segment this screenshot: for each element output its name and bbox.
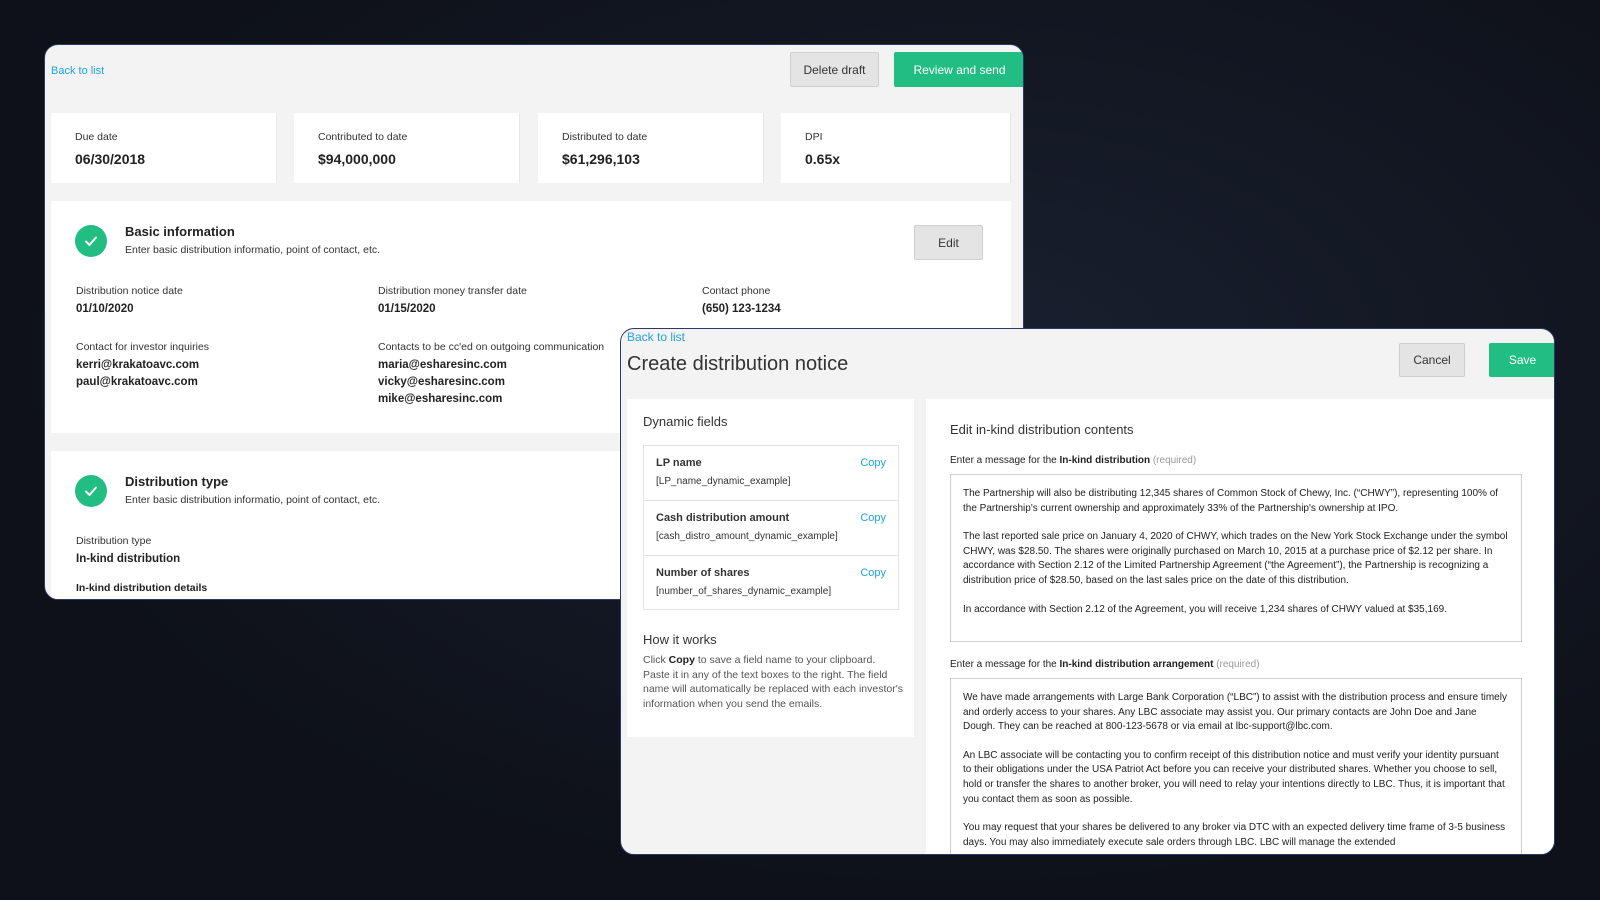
inkind-arrangement-textarea[interactable]: We have made arrangements with Large Ban…	[950, 678, 1522, 854]
stat-value: $61,296,103	[562, 151, 640, 167]
dynamic-fields-title: Dynamic fields	[643, 414, 728, 429]
distribution-type-label: Distribution type	[76, 535, 152, 547]
edit-button[interactable]: Edit	[914, 225, 983, 260]
contact-phone-label: Contact phone	[702, 285, 771, 297]
stat-label: Due date	[75, 131, 118, 143]
check-circle-icon	[75, 225, 107, 257]
stat-value: 06/30/2018	[75, 151, 146, 167]
notice-date-value: 01/10/2020	[76, 303, 134, 315]
copy-link[interactable]: Copy	[860, 567, 886, 579]
distribution-type-value: In-kind distribution	[76, 553, 181, 565]
how-it-works-title: How it works	[643, 632, 717, 647]
field-example: [number_of_shares_dynamic_example]	[656, 586, 832, 597]
dynamic-field-row: LP name [LP_name_dynamic_example] Copy	[643, 445, 899, 500]
check-circle-icon	[75, 475, 107, 507]
inquiry-email: paul@krakatoavc.com	[76, 376, 198, 388]
how-it-works-text: Click Copy to save a field name to your …	[643, 654, 903, 710]
field-name: Cash distribution amount	[656, 512, 790, 524]
stat-label: Distributed to date	[562, 131, 648, 143]
save-button[interactable]: Save	[1489, 343, 1554, 377]
message-label: Enter a message for the In-kind distribu…	[950, 455, 1197, 466]
section-title: Basic information	[125, 224, 235, 239]
cc-email: vicky@esharesinc.com	[378, 376, 505, 388]
contact-phone-value: (650) 123-1234	[702, 303, 781, 315]
stat-value: 0.65x	[805, 151, 841, 167]
dynamic-field-row: Number of shares [number_of_shares_dynam…	[643, 555, 899, 610]
inkind-distribution-textarea[interactable]: The Partnership will also be distributin…	[950, 474, 1522, 642]
copy-link[interactable]: Copy	[860, 457, 886, 469]
cc-contacts-label: Contacts to be cc'ed on outgoing communi…	[378, 341, 605, 353]
page-title: Create distribution notice	[627, 353, 849, 375]
field-name: LP name	[656, 457, 702, 469]
back-to-list-link[interactable]: Back to list	[627, 330, 685, 344]
back-to-list-link[interactable]: Back to list	[51, 65, 104, 77]
section-title: Distribution type	[125, 474, 229, 489]
stat-card-contributed: Contributed to date $94,000,000	[294, 113, 520, 183]
notice-date-label: Distribution notice date	[76, 285, 183, 297]
transfer-date-value: 01/15/2020	[378, 303, 436, 315]
field-name: Number of shares	[656, 567, 750, 579]
field-example: [LP_name_dynamic_example]	[656, 476, 791, 487]
stat-value: $94,000,000	[318, 151, 396, 167]
inkind-details-label: In-kind distribution details	[76, 582, 208, 594]
cancel-button[interactable]: Cancel	[1399, 343, 1465, 377]
dynamic-fields-panel: Dynamic fields LP name [LP_name_dynamic_…	[627, 399, 914, 737]
editor-panel: Edit in-kind distribution contents Enter…	[926, 399, 1554, 854]
stat-card-distributed: Distributed to date $61,296,103	[538, 113, 764, 183]
create-distribution-notice-window: Back to list Create distribution notice …	[620, 328, 1555, 855]
cc-email: mike@esharesinc.com	[378, 393, 503, 405]
editor-title: Edit in-kind distribution contents	[950, 422, 1134, 437]
field-example: [cash_distro_amount_dynamic_example]	[656, 531, 838, 542]
inquiry-email: kerri@krakatoavc.com	[76, 359, 200, 371]
stat-label: DPI	[805, 131, 823, 143]
review-and-send-button[interactable]: Review and send	[894, 52, 1023, 87]
message-label: Enter a message for the In-kind distribu…	[950, 659, 1260, 670]
transfer-date-label: Distribution money transfer date	[378, 285, 527, 297]
cc-email: maria@esharesinc.com	[378, 359, 507, 371]
inquiries-label: Contact for investor inquiries	[76, 341, 210, 353]
section-subtitle: Enter basic distribution informatio, poi…	[125, 244, 381, 256]
copy-link[interactable]: Copy	[860, 512, 886, 524]
stat-card-due-date: Due date 06/30/2018	[51, 113, 277, 183]
dynamic-field-row: Cash distribution amount [cash_distro_am…	[643, 500, 899, 555]
stat-label: Contributed to date	[318, 131, 408, 143]
stat-card-dpi: DPI 0.65x	[781, 113, 1011, 183]
delete-draft-button[interactable]: Delete draft	[790, 52, 879, 87]
section-subtitle: Enter basic distribution informatio, poi…	[125, 494, 381, 506]
